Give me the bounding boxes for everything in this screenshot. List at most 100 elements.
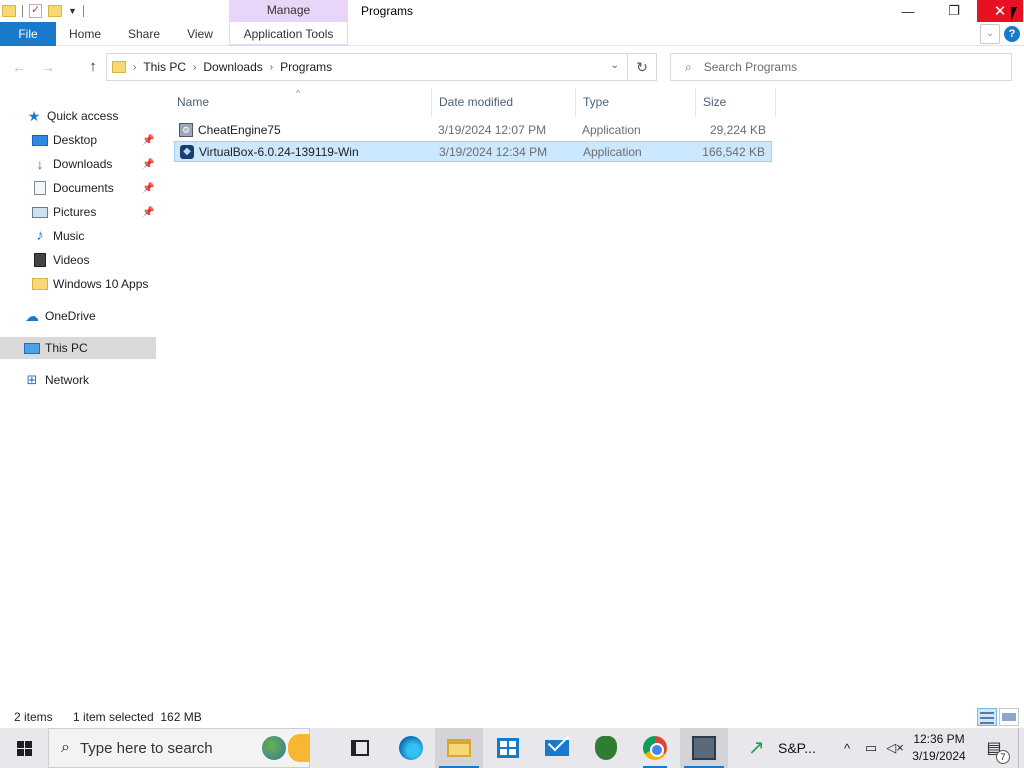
pin-icon[interactable]: 📌 <box>142 207 154 218</box>
virtualbox-icon: ◆ <box>179 144 195 160</box>
breadcrumb-this-pc[interactable]: This PC <box>143 60 186 74</box>
star-icon: ★ <box>27 108 41 124</box>
column-header-date-modified[interactable]: Date modified <box>432 88 576 116</box>
stock-chart-icon: ↗ <box>748 737 765 759</box>
network-status-icon[interactable]: ▭ <box>860 728 882 768</box>
nav-item-desktop[interactable]: Desktop 📌 <box>0 129 156 151</box>
file-name: VirtualBox-6.0.24-139119-Win <box>199 145 359 159</box>
installer-icon[interactable] <box>680 728 728 768</box>
network-icon: ⊞ <box>26 372 38 387</box>
nav-item-label: Desktop <box>53 133 98 147</box>
music-icon: ♪ <box>36 227 44 244</box>
nav-item-music[interactable]: ♪ Music <box>0 225 156 247</box>
breadcrumb-downloads[interactable]: Downloads <box>203 60 262 74</box>
search-input[interactable] <box>703 60 1004 74</box>
nav-item-documents[interactable]: Documents 📌 <box>0 177 156 199</box>
column-header-type[interactable]: Type <box>576 88 696 116</box>
pin-icon[interactable]: 📌 <box>142 135 154 146</box>
nav-item-downloads[interactable]: ↓ Downloads 📌 <box>0 153 156 175</box>
help-icon[interactable]: ? <box>1004 26 1020 42</box>
nav-item-label: Documents <box>53 181 114 195</box>
nav-item-this-pc[interactable]: This PC <box>0 337 156 359</box>
tab-application-tools[interactable]: Application Tools <box>229 22 348 46</box>
refresh-icon[interactable]: ↻ <box>628 53 657 81</box>
file-explorer-icon[interactable] <box>435 728 483 768</box>
ribbon: File Home Share View Application Tools <box>0 22 1024 46</box>
folder-icon <box>112 61 126 73</box>
folder-icon[interactable] <box>2 5 16 17</box>
column-header-name[interactable]: ^ Name <box>170 88 432 116</box>
search-icon: ⌕ <box>61 739 70 756</box>
title-bar: ▼ Manage Programs — ❐ ✕ <box>0 0 1024 22</box>
nav-item-quick-access[interactable]: ★ Quick access <box>0 105 156 127</box>
details-view-icon[interactable] <box>977 708 997 726</box>
computer-icon <box>24 342 40 354</box>
videos-icon <box>34 253 46 267</box>
minimize-button[interactable]: — <box>885 0 931 22</box>
stock-label: S&P... <box>778 740 816 756</box>
sort-ascending-icon: ^ <box>296 88 301 98</box>
show-desktop-button[interactable] <box>1018 728 1024 768</box>
show-hidden-icons-chevron-icon[interactable]: ^ <box>836 728 858 768</box>
back-arrow-icon[interactable]: ← <box>8 56 30 78</box>
task-view-icon[interactable] <box>336 728 384 768</box>
nav-item-label: Quick access <box>47 109 119 123</box>
notification-count-badge: 7 <box>996 750 1010 764</box>
new-folder-icon[interactable] <box>48 5 62 17</box>
properties-icon[interactable] <box>29 3 42 18</box>
chrome-browser-icon[interactable] <box>631 728 679 768</box>
breadcrumb-chevron-icon[interactable]: › <box>133 62 136 73</box>
microsoft-store-icon[interactable] <box>484 728 532 768</box>
nav-item-label: Videos <box>53 253 90 267</box>
file-row-virtualbox[interactable]: ◆ VirtualBox-6.0.24-139119-Win 3/19/2024… <box>174 141 772 162</box>
restore-button[interactable]: ❐ <box>931 0 977 22</box>
toolbar-separator <box>22 5 23 17</box>
nav-item-videos[interactable]: Videos <box>0 249 156 271</box>
column-header-label: Name <box>177 95 210 109</box>
search-box[interactable]: ⌕ <box>670 53 1012 81</box>
pin-icon[interactable]: 📌 <box>142 183 154 194</box>
file-size: 166,542 KB <box>702 145 765 159</box>
column-header-size[interactable]: Size <box>696 88 776 116</box>
forward-arrow-icon[interactable]: → <box>37 56 59 78</box>
taskbar: ⌕ Type here to search ↗ S&P... ^ ▭ ◁× 12… <box>0 728 1024 768</box>
breadcrumb-chevron-icon[interactable]: › <box>270 62 273 73</box>
document-icon <box>34 181 46 195</box>
breadcrumb-programs[interactable]: Programs <box>280 60 332 74</box>
volume-muted-icon[interactable]: ◁× <box>884 728 906 768</box>
nav-item-windows-10-apps[interactable]: Windows 10 Apps <box>0 273 156 295</box>
large-icons-view-icon[interactable] <box>999 708 1019 726</box>
mail-icon[interactable] <box>533 728 581 768</box>
up-arrow-icon[interactable]: ↑ <box>82 56 104 78</box>
breadcrumb-chevron-icon[interactable]: › <box>193 62 196 73</box>
cheatengine-taskbar-icon[interactable] <box>582 728 630 768</box>
nav-item-label: Downloads <box>53 157 113 171</box>
stock-widget[interactable]: ↗ S&P... <box>730 728 830 768</box>
taskbar-search-placeholder: Type here to search <box>79 739 213 757</box>
status-item-count: 2 items <box>14 710 53 724</box>
quick-access-toolbar: ▼ <box>0 0 84 22</box>
mouse-cursor-icon <box>1011 7 1023 21</box>
nav-item-pictures[interactable]: Pictures 📌 <box>0 201 156 223</box>
tab-share[interactable]: Share <box>122 22 166 46</box>
edge-browser-icon[interactable] <box>387 728 435 768</box>
address-history-dropdown-icon[interactable]: ⌄ <box>611 60 619 71</box>
nav-item-onedrive[interactable]: ☁ OneDrive <box>0 305 156 327</box>
address-bar[interactable]: › This PC › Downloads › Programs ⌄ <box>106 53 628 81</box>
start-button[interactable] <box>0 728 48 768</box>
expand-ribbon-chevron-icon[interactable]: ⌄ <box>980 24 1000 44</box>
news-and-interests-icon[interactable] <box>260 732 310 764</box>
nav-item-label: Windows 10 Apps <box>53 277 149 291</box>
cheatengine-icon: ⚙ <box>178 122 194 138</box>
customize-toolbar-dropdown-icon[interactable]: ▼ <box>68 6 77 16</box>
file-row-cheatengine75[interactable]: ⚙ CheatEngine75 3/19/2024 12:07 PM Appli… <box>174 120 772 141</box>
desktop-icon <box>32 134 48 146</box>
tab-view[interactable]: View <box>180 22 220 46</box>
tab-home[interactable]: Home <box>62 22 108 46</box>
pin-icon[interactable]: 📌 <box>142 159 154 170</box>
nav-item-network[interactable]: ⊞ Network <box>0 369 156 391</box>
system-clock[interactable]: 12:36 PM 3/19/2024 <box>906 731 972 765</box>
tab-file[interactable]: File <box>0 22 56 46</box>
window-title: Programs <box>361 4 414 18</box>
clock-date: 3/19/2024 <box>912 749 966 763</box>
